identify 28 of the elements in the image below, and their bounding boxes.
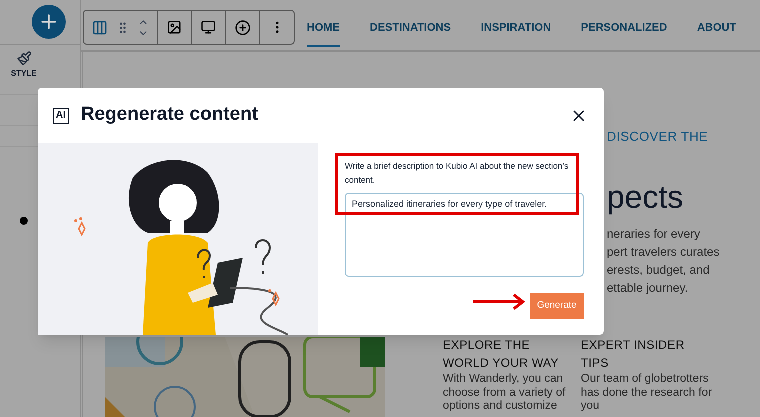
feature-title: EXPLORE THE WORLD YOUR WAY — [443, 337, 560, 372]
feature-text: With Wanderly, you can choose from a variety of options and customize — [443, 373, 567, 414]
intro-text-line: erests, budget, and — [607, 262, 711, 278]
arrow-icon — [472, 293, 526, 311]
image-icon[interactable] — [167, 20, 182, 35]
feature-text: Our team of globetrotters has done the research for you — [581, 373, 713, 414]
columns-icon[interactable] — [92, 20, 108, 36]
add-button[interactable] — [32, 5, 66, 39]
prompt-label: Write a brief description to Kubio AI about the new section’s content. — [345, 160, 570, 187]
dialog-title: Regenerate content — [81, 103, 258, 128]
nav-link[interactable]: DESTINATIONS — [370, 20, 452, 46]
add-block-icon[interactable] — [234, 20, 250, 36]
section-eyebrow: DISCOVER THE — [607, 128, 710, 146]
nav-link[interactable]: PERSONALIZED — [581, 20, 668, 46]
section-heading: pects — [607, 178, 684, 216]
intro-text-line: ettable journey. — [607, 280, 690, 296]
feature-title: EXPERT INSIDER TIPS — [581, 337, 686, 372]
intro-text-line: neraries for every — [607, 226, 702, 242]
nav-link[interactable]: INSPIRATION — [481, 20, 552, 46]
intro-text-line: pert travelers curates — [607, 244, 721, 260]
nav-link[interactable]: ABOUT — [697, 20, 736, 46]
monitor-icon[interactable] — [201, 20, 216, 35]
ai-icon: AI — [53, 108, 69, 124]
description-field[interactable]: Personalized itineraries for every type of traveler. — [345, 193, 584, 277]
nav-link[interactable]: HOME — [307, 20, 340, 46]
style-label: STYLE — [11, 68, 37, 80]
generate-button[interactable]: Generate — [530, 293, 584, 319]
brush-icon — [16, 51, 32, 66]
